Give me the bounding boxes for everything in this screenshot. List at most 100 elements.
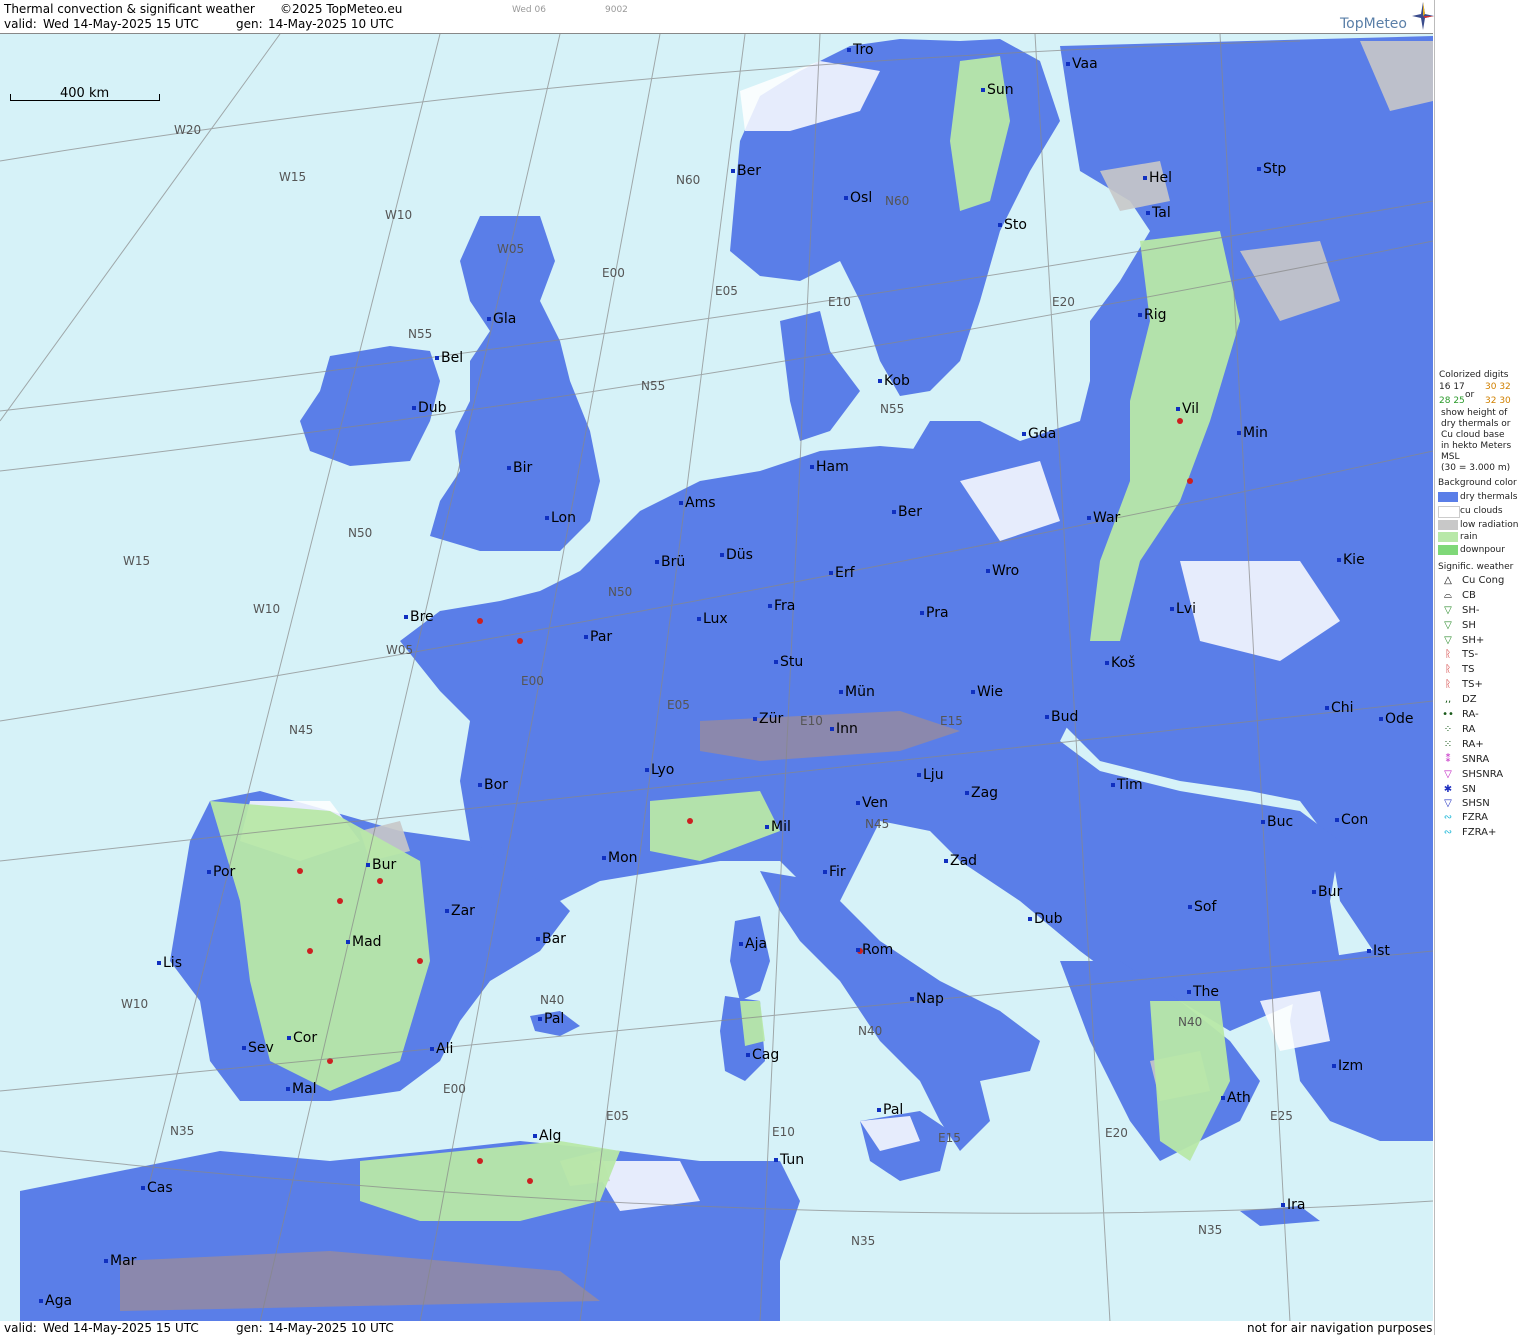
grid-label: N40 (858, 1024, 883, 1038)
wx-label: SNRA (1462, 754, 1490, 765)
wx-label: CB (1462, 590, 1476, 601)
city-label: Ber (731, 163, 761, 179)
wx-label: FZRA+ (1462, 827, 1497, 838)
city-label: Kob (878, 373, 910, 389)
wx-label: TS+ (1462, 679, 1483, 690)
wx-label: TS (1462, 664, 1475, 675)
map-graphic (0, 34, 1433, 1322)
city-label: Wie (970, 684, 1004, 700)
bg-heading: Background color (1438, 478, 1517, 488)
city-label: Fra (767, 598, 796, 614)
city-label: Tun (773, 1152, 805, 1168)
grid-label: E05 (715, 284, 738, 298)
grid-label: N35 (170, 1124, 195, 1138)
grid-label: W20 (174, 123, 202, 137)
wx-label: SH (1462, 620, 1476, 631)
city-label: Lis (157, 955, 182, 971)
compass-star-icon (1412, 2, 1434, 30)
city-label: Tro (847, 42, 874, 58)
legend-sample: 30 32 (1485, 382, 1511, 392)
wx-label: SH+ (1462, 635, 1485, 646)
weather-map[interactable]: 400 km Tro Vaa Ber Osl Sun Sto Hel Stp T… (0, 33, 1433, 1323)
city-label: Bud (1044, 709, 1079, 725)
city-label: Min (1237, 425, 1268, 441)
legend-desc: dry thermals or (1441, 419, 1511, 429)
shower-heavy-icon: ▽ (1444, 635, 1452, 646)
city-label: Bar (536, 931, 566, 947)
city-label: Mal (286, 1081, 317, 1097)
city-label: Sev (242, 1040, 274, 1056)
bg-label: downpour (1460, 545, 1505, 555)
thunder-icon: ᚱ (1445, 664, 1451, 675)
grid-label: N40 (540, 993, 565, 1007)
city-label: Lvi (1170, 601, 1196, 617)
grid-label: E00 (602, 266, 625, 280)
grid-label: E20 (1105, 1126, 1128, 1140)
city-label: Cor (286, 1030, 318, 1046)
city-label: Ode (1379, 711, 1414, 727)
grid-label: N55 (880, 402, 905, 416)
wx-label: SHSN (1462, 798, 1490, 809)
legend-panel: Colorized digits 16 17 or 30 32 28 25 32… (1434, 0, 1525, 1335)
city-label: Ams (679, 495, 716, 511)
grid-label: N45 (289, 723, 314, 737)
snow-icon: ✱ (1443, 784, 1453, 795)
freezing-rain-heavy-icon: ∾ (1443, 827, 1453, 838)
city-label: Mon (602, 850, 638, 866)
city-label: Vil (1175, 401, 1200, 417)
snow-rain-shower-icon: ▽ (1444, 769, 1452, 780)
city-label: Ber (892, 504, 922, 520)
city-label: Inn (830, 721, 858, 737)
grid-label: N35 (851, 1234, 876, 1248)
cb-icon: ⌓ (1444, 590, 1452, 601)
city-label: Zad (943, 853, 978, 869)
legend-sample: 16 17 (1439, 382, 1465, 392)
rain-light-icon: •• (1442, 709, 1454, 720)
wx-label: RA- (1462, 709, 1479, 720)
city-label: Dub (412, 400, 447, 416)
city-label: Sof (1187, 899, 1217, 915)
scale-label: 400 km (60, 86, 110, 101)
city-label: Alg (532, 1128, 562, 1144)
grid-label: N55 (641, 379, 666, 393)
grid-label: E20 (1052, 295, 1075, 309)
city-label: Mar (103, 1253, 137, 1269)
grid-label: E15 (938, 1131, 961, 1145)
legend-desc: in hekto Meters (1441, 441, 1512, 451)
swatch-downpour (1438, 545, 1458, 555)
legend-sample: 32 30 (1485, 396, 1511, 406)
footer-valid-time: Wed 14-May-2025 15 UTC (43, 1321, 199, 1335)
grid-label: N50 (348, 526, 373, 540)
city-label: Sun (981, 82, 1014, 98)
city-label: Ven (856, 795, 888, 811)
city-label: Con (1334, 812, 1369, 828)
grid-label: E25 (1270, 1109, 1293, 1123)
grid-label: E05 (667, 698, 690, 712)
city-label: Gda (1021, 426, 1057, 442)
city-label: Zag (964, 785, 999, 801)
city-label: Tal (1146, 205, 1171, 221)
wx-label: DZ (1462, 694, 1477, 705)
city-label: War (1086, 510, 1121, 526)
grid-label: E00 (443, 1082, 466, 1096)
snow-shower-icon: ▽ (1444, 798, 1452, 809)
city-label: Buc (1260, 814, 1294, 830)
city-label: Mün (839, 684, 875, 700)
swatch-rain (1438, 532, 1458, 542)
rain-icon: ⁘ (1443, 724, 1453, 735)
city-label: Stu (773, 654, 804, 670)
grid-label: N60 (676, 173, 701, 187)
legend-or: or (1465, 390, 1475, 400)
grid-label: N40 (1178, 1015, 1203, 1029)
valid-label: valid: (4, 17, 37, 31)
topmeteo-logo: TopMeteo (1340, 16, 1407, 32)
grid-label: E10 (772, 1125, 795, 1139)
city-label: Zar (445, 903, 475, 919)
city-label: Por (206, 864, 236, 880)
city-label: Aga (38, 1293, 73, 1309)
bg-label: cu clouds (1460, 506, 1503, 516)
city-label: Düs (720, 547, 753, 563)
city-label: Ath (1221, 1090, 1251, 1106)
city-label: Erf (829, 565, 855, 581)
copyright: ©2025 TopMeteo.eu (280, 2, 403, 16)
